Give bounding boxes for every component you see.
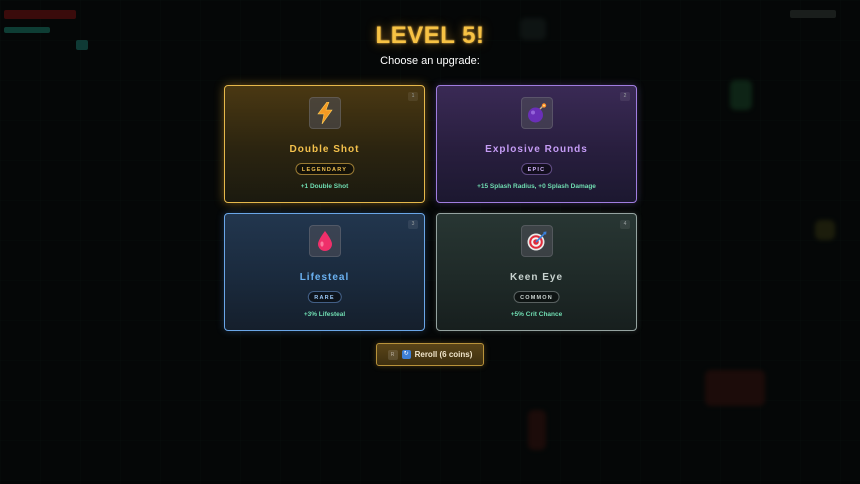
hotkey-badge: 3 <box>408 220 418 229</box>
level-title: LEVEL 5! <box>375 22 485 49</box>
dim-overlay <box>0 0 860 484</box>
rarity-badge: RARE <box>307 291 342 303</box>
rarity-badge: EPIC <box>520 163 553 175</box>
card-name: Keen Eye <box>509 272 564 283</box>
card-effect: +3% Lifesteal <box>303 311 346 318</box>
hotkey-badge: 2 <box>620 92 630 101</box>
card-name: Double Shot <box>289 144 360 155</box>
score-display <box>790 10 836 18</box>
upgrade-card-keen-eye[interactable]: 4 Keen Eye COMMON +5% Crit Chance <box>436 213 637 331</box>
reroll-label: Reroll (6 coins) <box>414 350 473 359</box>
health-bar <box>4 10 76 19</box>
card-effect: +1 Double Shot <box>300 183 349 190</box>
card-name: Explosive Rounds <box>485 144 588 155</box>
reroll-icon: ↻ <box>401 350 411 359</box>
lightning-icon <box>309 97 341 129</box>
target-icon <box>521 225 553 257</box>
card-name: Lifesteal <box>299 272 350 283</box>
card-effect: +5% Crit Chance <box>510 311 563 318</box>
level-up-screen: LEVEL 5! Choose an upgrade: 1 Double Sho… <box>0 0 860 484</box>
reroll-hotkey: R <box>387 349 398 360</box>
choose-upgrade-prompt: Choose an upgrade: <box>380 55 480 67</box>
upgrade-card-explosive-rounds[interactable]: 2 Explosive Rounds EPIC +15 Splash Radiu… <box>436 85 637 203</box>
card-effect: +15 Splash Radius, +0 Splash Damage <box>477 183 596 190</box>
rarity-badge: COMMON <box>513 291 560 303</box>
upgrade-card-lifesteal[interactable]: 3 Lifesteal RARE +3% Lifesteal <box>224 213 425 331</box>
hotkey-badge: 4 <box>620 220 630 229</box>
rarity-badge: LEGENDARY <box>294 163 355 175</box>
blood-drop-icon <box>309 225 341 257</box>
upgrade-card-double-shot[interactable]: 1 Double Shot LEGENDARY +1 Double Shot <box>224 85 425 203</box>
reroll-button[interactable]: R ↻ Reroll (6 coins) <box>376 343 484 366</box>
bomb-icon <box>521 97 553 129</box>
hotkey-badge: 1 <box>408 92 418 101</box>
